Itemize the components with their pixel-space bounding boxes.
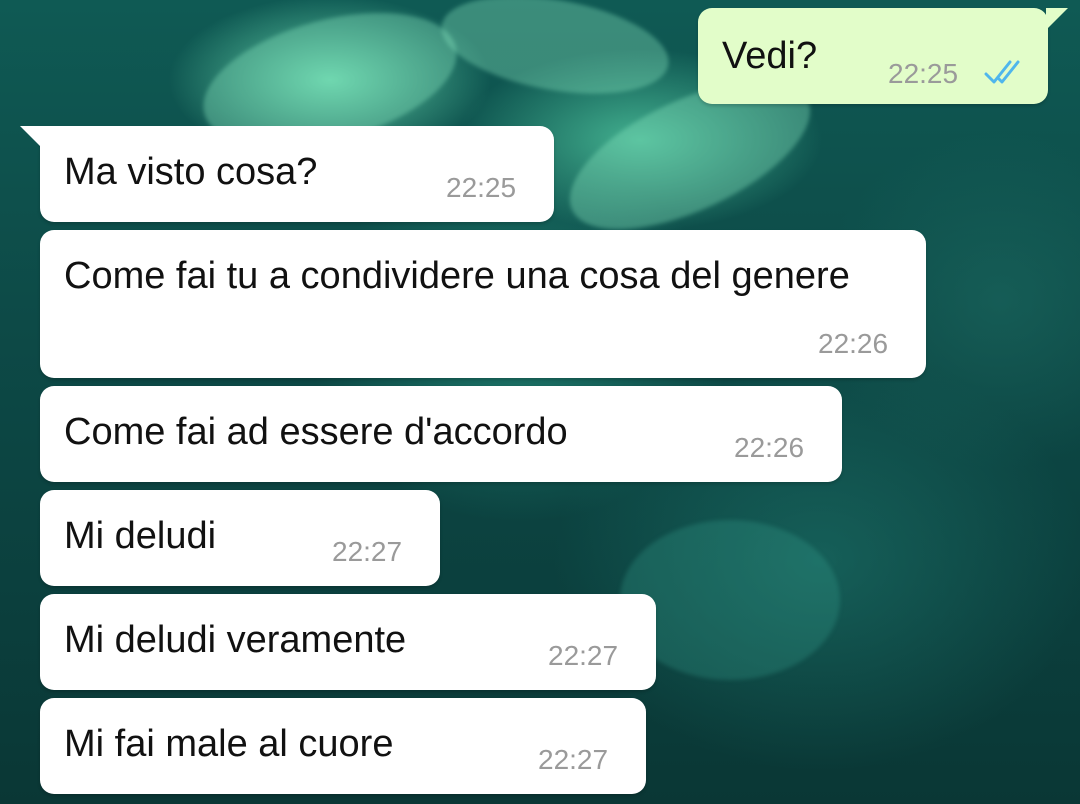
message-time: 22:25 <box>888 58 959 89</box>
message-text: Mi fai male al cuore <box>64 723 394 765</box>
message-text: Come fai ad essere d'accordo <box>64 411 568 453</box>
message-bubble-incoming[interactable]: Mi deludi veramente 22:27 <box>40 594 656 690</box>
bubble-tail <box>1046 8 1068 30</box>
message-bubble-incoming[interactable]: Mi fai male al cuore 22:27 <box>40 698 646 794</box>
message-bubble-incoming[interactable]: Ma visto cosa? 22:25 <box>20 126 554 222</box>
message-bubble-outgoing[interactable]: Vedi? 22:25 <box>698 8 1068 104</box>
bubble-tail <box>20 126 42 148</box>
wallpaper-leaf <box>433 0 677 110</box>
message-text: Ma visto cosa? <box>64 151 318 193</box>
message-time: 22:26 <box>734 432 805 463</box>
message-text: Mi deludi veramente <box>64 619 407 661</box>
message-text: Come fai tu a condividere una cosa del g… <box>64 255 850 297</box>
message-text: Vedi? <box>722 35 818 77</box>
read-double-check-icon <box>984 60 1020 84</box>
message-bubble-incoming[interactable]: Mi deludi 22:27 <box>40 490 440 586</box>
message-text: Mi deludi <box>64 515 217 557</box>
message-bubble-incoming[interactable]: Come fai tu a condividere una cosa del g… <box>40 230 926 378</box>
message-time: 22:26 <box>818 328 889 359</box>
message-time: 22:25 <box>446 172 517 203</box>
message-time: 22:27 <box>538 744 609 775</box>
message-bubble-incoming[interactable]: Come fai ad essere d'accordo 22:26 <box>40 386 842 482</box>
message-time: 22:27 <box>332 536 403 567</box>
message-time: 22:27 <box>548 640 619 671</box>
